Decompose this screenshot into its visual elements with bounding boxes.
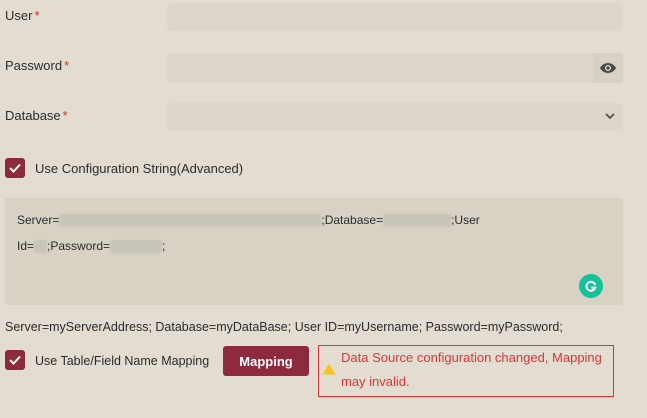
- warning-line-1: Data Source configuration changed, Mappi…: [341, 350, 602, 365]
- connection-string-example: Server=myServerAddress; Database=myDataB…: [5, 320, 563, 334]
- database-select[interactable]: [167, 103, 623, 131]
- show-password-button[interactable]: [593, 53, 623, 83]
- use-config-string-label: Use Configuration String(Advanced): [35, 161, 244, 176]
- check-icon: [9, 355, 21, 365]
- database-label: Database *: [5, 108, 68, 123]
- redacted-password: [110, 240, 163, 254]
- grammarly-icon[interactable]: [579, 274, 603, 298]
- mapping-button[interactable]: Mapping: [223, 346, 309, 376]
- password-label: Password *: [5, 58, 70, 73]
- warning-icon: [322, 363, 336, 375]
- connection-string-textarea[interactable]: Server= ;Database= ;User Id= ;Password=;: [5, 198, 623, 305]
- password-input[interactable]: [167, 53, 623, 83]
- check-icon: [9, 163, 21, 173]
- eye-icon: [600, 63, 616, 73]
- use-mapping-label: Use Table/Field Name Mapping: [35, 354, 210, 368]
- mapping-warning: Data Source configuration changed, Mappi…: [318, 345, 614, 397]
- redacted-database: [383, 214, 452, 228]
- use-config-string-checkbox[interactable]: [5, 158, 25, 178]
- use-mapping-checkbox[interactable]: [5, 350, 25, 370]
- user-label: User *: [5, 8, 40, 23]
- user-input[interactable]: [167, 3, 623, 31]
- connection-string-text: Server= ;Database= ;User Id= ;Password=;: [17, 213, 480, 254]
- redacted-server: [59, 214, 322, 228]
- warning-line-2: may invalid.: [341, 374, 410, 389]
- redacted-user: [34, 240, 48, 254]
- chevron-down-icon[interactable]: [604, 110, 616, 125]
